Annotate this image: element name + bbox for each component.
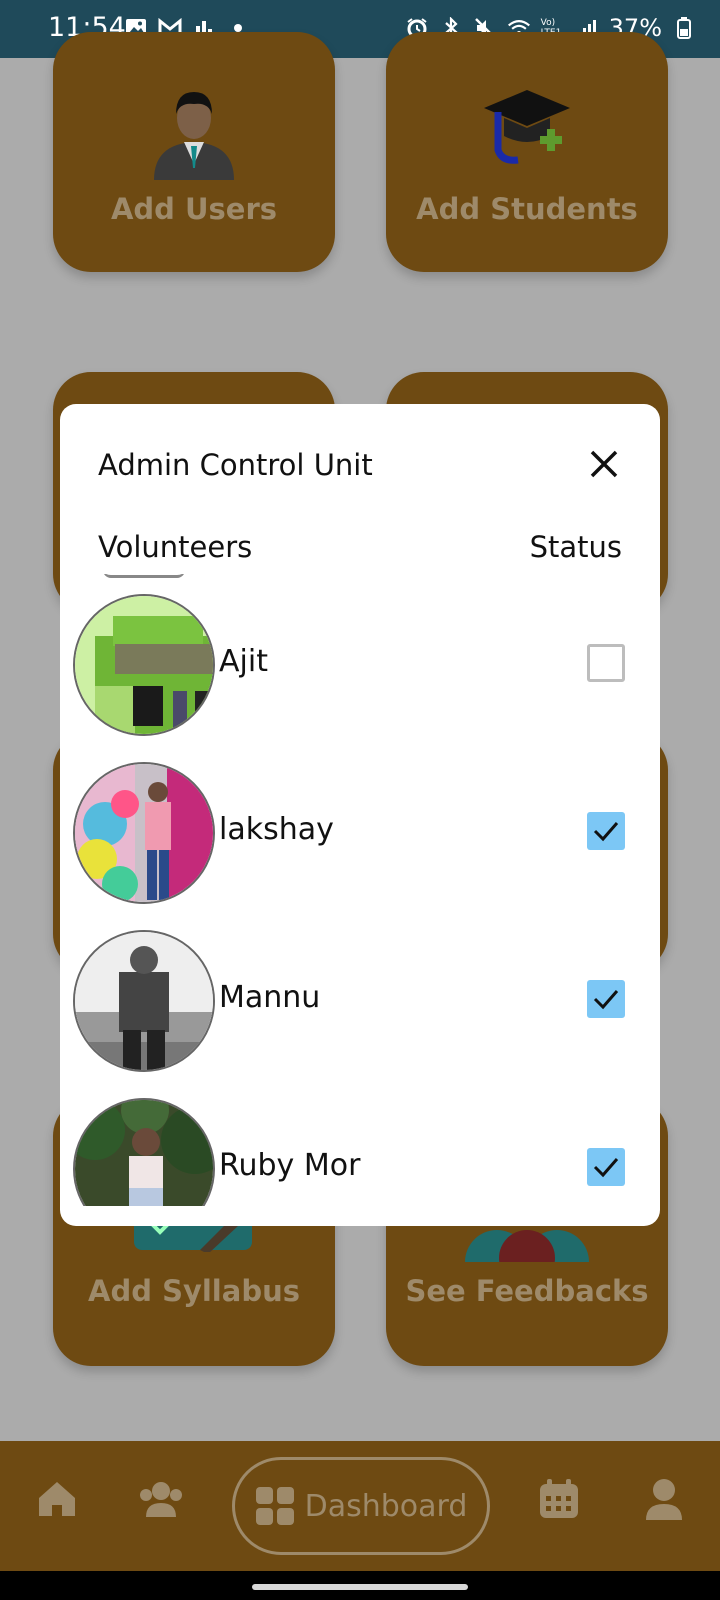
volunteers-column-header: Volunteers <box>98 530 253 564</box>
card-label-see-feedbacks: See Feedbacks <box>405 1274 649 1308</box>
battery-icon <box>672 16 696 40</box>
card-label-add-students: Add Students <box>416 192 638 226</box>
people-icon[interactable] <box>137 1475 185 1523</box>
dashboard-nav-label: Dashboard <box>304 1488 468 1524</box>
grid-icon <box>255 1486 295 1526</box>
card-label-add-syllabus: Add Syllabus <box>88 1274 300 1308</box>
volunteer-name: lakshay <box>219 812 334 847</box>
status-column-header: Status <box>529 530 622 564</box>
list-item[interactable]: lakshay <box>60 762 660 922</box>
dialog-title: Admin Control Unit <box>98 448 373 482</box>
volunteer-name: Ajit <box>219 644 268 679</box>
avatar <box>73 930 215 1072</box>
profile-icon[interactable] <box>640 1475 688 1523</box>
bottom-nav: Dashboard <box>0 1441 720 1571</box>
feedback-icon <box>465 1222 589 1294</box>
graduation-cap-icon <box>482 86 572 170</box>
avatar <box>73 594 215 736</box>
dashboard-nav-button[interactable]: Dashboard <box>232 1457 490 1555</box>
add-students-card[interactable]: Add Students <box>386 32 668 272</box>
list-item[interactable]: Ruby Mor <box>60 1098 660 1206</box>
scrolled-avatar-edge <box>103 574 185 578</box>
volunteer-name: Ruby Mor <box>219 1148 361 1183</box>
status-checkbox[interactable] <box>587 1148 625 1186</box>
status-checkbox[interactable] <box>587 644 625 682</box>
calendar-icon[interactable] <box>535 1475 583 1523</box>
volunteer-list[interactable]: Ajit lakshay Mannu Ruby Mor <box>60 574 660 1206</box>
card-label-add-users: Add Users <box>110 192 278 226</box>
list-item[interactable]: Ajit <box>60 594 660 754</box>
status-checkbox[interactable] <box>587 812 625 850</box>
home-gesture-bar[interactable] <box>252 1584 468 1590</box>
list-item[interactable]: Mannu <box>60 930 660 1090</box>
user-icon <box>148 84 240 184</box>
status-checkbox[interactable] <box>587 980 625 1018</box>
admin-control-dialog: Admin Control Unit Volunteers Status Aji… <box>60 404 660 1226</box>
avatar <box>73 1098 215 1206</box>
volunteer-name: Mannu <box>219 980 321 1015</box>
add-users-card[interactable]: Add Users <box>53 32 335 272</box>
system-nav-bar <box>0 1571 720 1600</box>
close-icon[interactable] <box>584 444 624 484</box>
notification-dot-icon <box>234 24 242 32</box>
home-icon[interactable] <box>33 1475 81 1523</box>
avatar <box>73 762 215 904</box>
